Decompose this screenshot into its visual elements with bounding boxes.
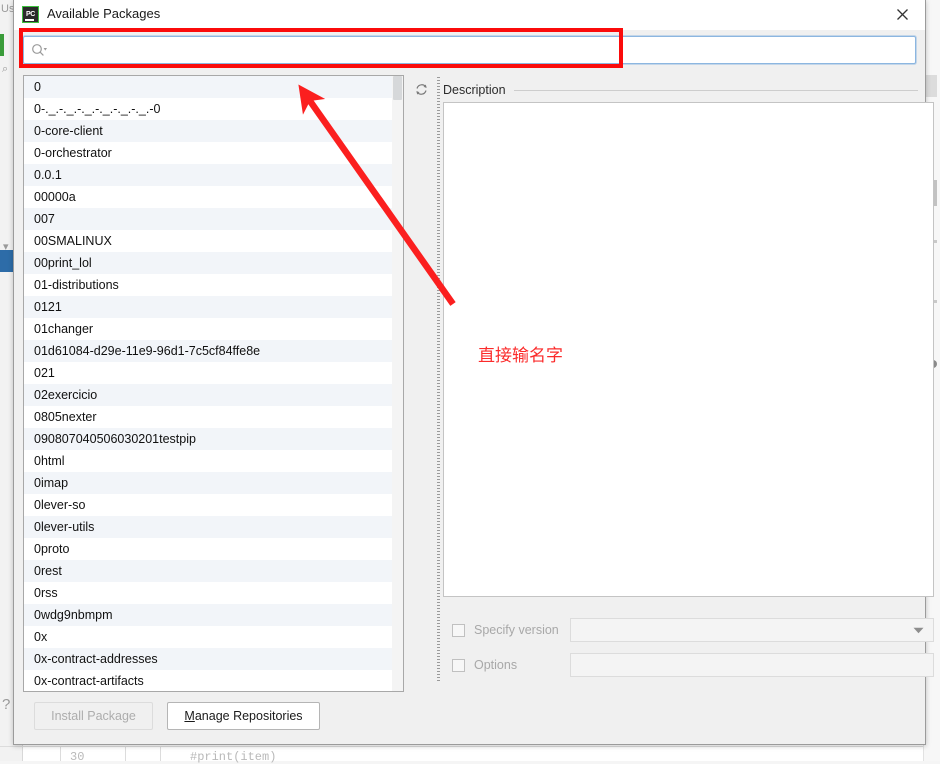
package-list-item[interactable]: 0-orchestrator	[24, 142, 392, 164]
available-packages-dialog: PC Available Packages 0 0-._.-._.-._.-._.…	[13, 0, 934, 745]
package-list-item[interactable]: 0html	[24, 450, 392, 472]
ide-gutter-mark-1	[926, 75, 937, 97]
package-list-item[interactable]: 0rest	[24, 560, 392, 582]
package-list-item[interactable]: 0-core-client	[24, 120, 392, 142]
search-icon[interactable]	[31, 43, 48, 57]
package-list-item[interactable]: 00SMALINUX	[24, 230, 392, 252]
ide-marker-green	[0, 34, 4, 56]
ide-divider	[0, 746, 940, 747]
package-list-item[interactable]: 00print_lol	[24, 252, 392, 274]
ide-selection-block	[0, 250, 14, 272]
package-list-item[interactable]: 0imap	[24, 472, 392, 494]
package-list-item[interactable]: 0	[24, 76, 392, 98]
ide-code-comment: #print(item)	[190, 750, 277, 764]
package-list[interactable]: 0 0-._.-._.-._.-._.-._.-._.-0 0-core-clien…	[24, 76, 392, 691]
search-field-wrapper[interactable]	[23, 36, 916, 64]
dialog-title: Available Packages	[47, 6, 161, 21]
dialog-body: 0 0-._.-._.-._.-._.-._.-._.-0 0-core-clien…	[14, 73, 934, 693]
specify-version-label: Specify version	[474, 623, 559, 637]
description-content	[443, 102, 934, 597]
dialog-titlebar: PC Available Packages	[14, 0, 925, 30]
package-list-item[interactable]: 007	[24, 208, 392, 230]
package-list-item[interactable]: 0x-contract-artifacts	[24, 670, 392, 691]
package-list-item[interactable]: 0lever-so	[24, 494, 392, 516]
package-list-item[interactable]: 00000a	[24, 186, 392, 208]
description-panel: Description Specify version Options	[443, 73, 934, 693]
ide-col-divider-1	[60, 746, 61, 761]
package-list-item[interactable]: 0wdg9nbmpm	[24, 604, 392, 626]
ide-line-number: 30	[70, 750, 85, 764]
package-list-item[interactable]: 01changer	[24, 318, 392, 340]
search-input[interactable]	[50, 38, 915, 62]
package-list-scrollbar[interactable]	[392, 76, 403, 691]
pycharm-icon-text: PC	[26, 11, 35, 18]
options-row: Options	[443, 652, 934, 678]
ide-search-glyph: ⌕	[2, 63, 9, 75]
package-list-item[interactable]: 0.0.1	[24, 164, 392, 186]
package-list-item[interactable]: 0-._.-._.-._.-._.-._.-._.-0	[24, 98, 392, 120]
ide-help-glyph: ?	[2, 696, 11, 713]
package-list-item[interactable]: 0121	[24, 296, 392, 318]
package-list-item[interactable]: 0x	[24, 626, 392, 648]
options-checkbox[interactable]	[452, 658, 465, 672]
install-package-button[interactable]: Install Package	[34, 702, 153, 730]
options-input[interactable]	[570, 653, 934, 677]
package-list-item[interactable]: 01d61084-d29e-11e9-96d1-7c5cf84ffe8e	[24, 340, 392, 362]
refresh-icon[interactable]	[410, 78, 432, 100]
description-rule	[513, 89, 918, 91]
package-list-item[interactable]: 02exercicio	[24, 384, 392, 406]
specify-version-row: Specify version	[443, 617, 934, 643]
version-dropdown[interactable]	[570, 618, 934, 642]
package-list-item[interactable]: 0lever-utils	[24, 516, 392, 538]
manage-repositories-label: anage Repositories	[194, 709, 303, 723]
package-list-item[interactable]: 021	[24, 362, 392, 384]
pycharm-icon-bar	[25, 18, 34, 21]
package-list-item[interactable]: 0rss	[24, 582, 392, 604]
package-list-item[interactable]: 0x-contract-addresses	[24, 648, 392, 670]
dialog-footer: Install Package Manage Repositories	[14, 692, 925, 744]
package-list-item[interactable]: 0805nexter	[24, 406, 392, 428]
description-header: Description	[443, 81, 918, 99]
ide-col-divider-3	[160, 746, 161, 761]
chevron-down-icon	[913, 621, 924, 639]
options-label: Options	[474, 658, 518, 672]
scrollbar-thumb[interactable]	[393, 76, 402, 100]
panel-splitter[interactable]	[435, 73, 442, 693]
manage-repositories-button[interactable]: Manage Repositories	[167, 702, 320, 730]
package-list-item[interactable]: 01-distributions	[24, 274, 392, 296]
search-row	[14, 29, 925, 73]
splitter-grip	[437, 77, 440, 681]
package-list-item[interactable]: 0proto	[24, 538, 392, 560]
close-icon[interactable]	[879, 0, 925, 29]
description-title: Description	[443, 83, 506, 97]
package-list-item[interactable]: 090807040506030201testpip	[24, 428, 392, 450]
ide-col-divider-2	[125, 746, 126, 761]
manage-repositories-mnemonic: M	[184, 709, 195, 723]
package-list-panel: 0 0-._.-._.-._.-._.-._.-._.-0 0-core-clien…	[23, 75, 404, 692]
specify-version-checkbox[interactable]	[452, 623, 465, 637]
pycharm-icon: PC	[22, 6, 39, 23]
